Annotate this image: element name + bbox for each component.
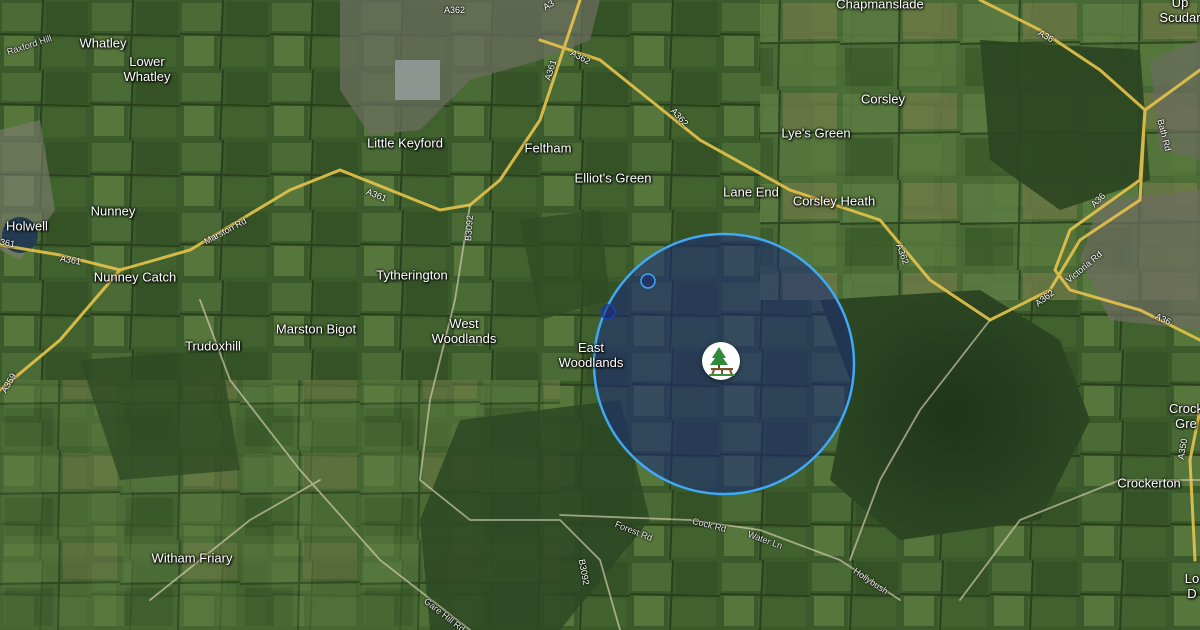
- road-label: A362: [444, 5, 466, 15]
- place-longbridge-deverill: Lo D: [1184, 571, 1200, 601]
- place-lyes-green: Lye's Green: [781, 125, 851, 141]
- place-lane-end: Lane End: [723, 184, 779, 200]
- place-tytherington: Tytherington: [376, 267, 448, 283]
- place-crockerton: Crockerton: [1117, 475, 1181, 491]
- radius-circle: [592, 232, 856, 496]
- place-corsley: Corsley: [860, 91, 906, 107]
- place-nunney-catch: Nunney Catch: [93, 269, 177, 285]
- place-whatley: Whatley: [79, 35, 127, 51]
- road-label: B3092: [463, 214, 475, 242]
- place-lower-whatley: Lower Whatley: [123, 54, 171, 84]
- place-east-woodlands: East Woodlands: [558, 340, 624, 370]
- picnic-site-icon: [709, 347, 735, 376]
- place-corsley-heath: Corsley Heath: [792, 193, 876, 209]
- map-view[interactable]: Chapmanslade Up Scudar Whatley Lower Wha…: [0, 0, 1200, 630]
- place-marston-bigot: Marston Bigot: [275, 321, 357, 337]
- place-chapmanslade: Chapmanslade: [836, 0, 924, 12]
- place-crockerton-green: Crock Gre: [1169, 401, 1200, 431]
- small-circle-marker[interactable]: [600, 304, 616, 320]
- place-elliots-green: Elliot's Green: [574, 170, 652, 186]
- place-west-woodlands: West Woodlands: [431, 316, 497, 346]
- place-upton-scudamore: Up Scudar: [1159, 0, 1200, 25]
- place-witham-friary: Witham Friary: [151, 550, 233, 566]
- place-trudoxhill: Trudoxhill: [185, 338, 241, 354]
- place-holwell: Holwell: [6, 218, 48, 234]
- picnic-site-marker[interactable]: [702, 342, 740, 380]
- small-circle-marker[interactable]: [640, 273, 656, 289]
- place-feltham: Feltham: [524, 140, 572, 156]
- place-little-keyford: Little Keyford: [367, 135, 443, 151]
- place-nunney: Nunney: [90, 203, 136, 219]
